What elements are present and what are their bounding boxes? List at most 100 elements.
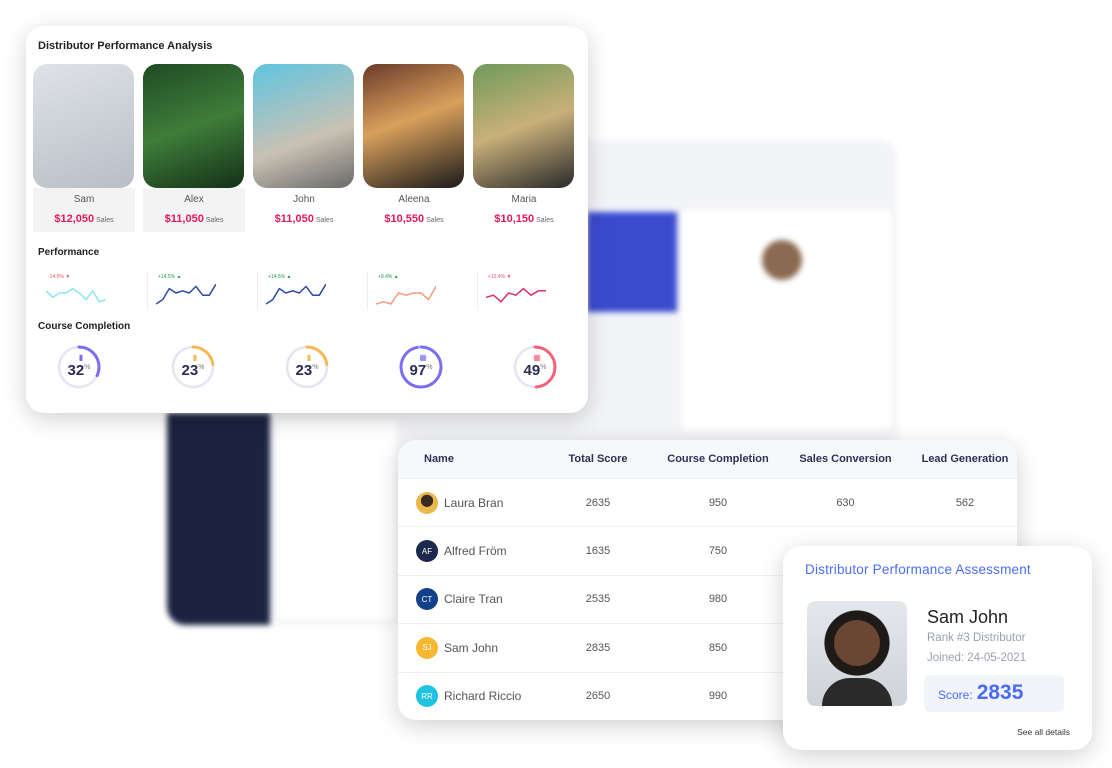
header-total-score[interactable]: Total Score [538,453,658,465]
sparkline-chart [376,286,436,305]
distributor-info: Sam $12,050 Sales [33,188,135,232]
sales-unit: Sales [315,217,334,224]
course-completion: 990 [708,690,728,703]
completion-value: 23% [295,362,319,379]
row-name: Claire Tran [444,592,503,607]
performance-sparklines: -14.5% ▼ +14.5% ▲ +14.5% ▲ +9.4% ▲ +12.4… [38,272,588,310]
header-lead-generation[interactable]: Lead Generation [913,453,1017,465]
trend-label: +12.4% ▼ [488,274,512,280]
completion-value: 32% [67,362,91,379]
sales-unit: Sales [536,217,554,224]
avatar: AF [416,540,438,563]
sales-value: $10,150 [494,213,535,225]
sales-value: $10,550 [384,213,425,225]
table-row[interactable]: Laura Bran 2635 950 630 562 [398,478,1017,526]
completion-value: 23% [181,362,205,379]
sparkline-chart [266,283,326,305]
distributor-card[interactable]: Maria $10,150 Sales [473,64,575,232]
sparkline-line [156,283,216,305]
distributor-name: John [293,194,315,205]
bar-chart-icon: ▮ [78,353,84,362]
completion-ring: ▦ 97% [388,344,502,394]
calendar-icon: ▦ [533,353,541,362]
row-name: Richard Riccio [444,689,522,704]
completion-value: 49% [523,362,547,379]
sales-amount: $12,050 Sales [33,213,135,225]
header-sales-conversion[interactable]: Sales Conversion [778,453,913,465]
distributor-name: Maria [511,194,537,205]
distributor-info: Maria $10,150 Sales [473,188,575,232]
lead-generation: 562 [955,496,975,509]
sidebar [167,413,270,625]
sparkline-line [486,287,546,303]
sparkline-chart [46,287,106,303]
sales-value: $12,050 [54,213,95,225]
trend-label: +14.5% ▲ [268,274,292,280]
course-completion: 980 [708,593,728,606]
sparkline: +14.5% ▲ [258,272,368,310]
distributor-rank: Rank #3 Distributor [927,632,1026,644]
banner [587,212,677,312]
completion-ring: ▮ 23% [160,344,274,394]
sparkline: +12.4% ▼ [478,272,588,310]
assessment-card: Distributor Performance Assessment Sam J… [783,546,1092,750]
distributor-analysis-card: Distributor Performance Analysis Sam $12… [26,26,588,413]
distributor-name: Alex [184,194,204,205]
row-name: Sam John [444,640,499,655]
performance-heading: Performance [38,247,100,258]
table-header: Name Total Score Course Completion Sales… [398,440,1017,478]
avatar [762,240,802,280]
distributor-card[interactable]: Sam $12,050 Sales [33,64,135,232]
joined-date: Joined: 24-05-2021 [927,652,1027,664]
sales-conversion: 630 [836,496,855,509]
course-completion: 850 [708,641,728,654]
main-panel [277,420,397,620]
calendar-icon: ▦ [419,353,427,362]
distributor-photo [143,64,244,188]
distributor-photo [253,64,354,188]
sparkline-chart [156,283,216,305]
sales-unit: Sales [426,217,444,224]
see-all-details-link[interactable]: See all details [1017,727,1070,737]
bar-chart-icon: ▮ [306,353,312,362]
total-score: 2635 [585,496,611,509]
sparkline: +14.5% ▲ [148,272,258,310]
distributor-photo [33,64,134,188]
distributor-card[interactable]: Aleena $10,550 Sales [363,64,465,232]
header-course-completion[interactable]: Course Completion [658,453,778,465]
distributor-info: John $11,050 Sales [253,188,355,232]
assessment-title: Distributor Performance Assessment [805,562,1031,577]
row-name: Laura Bran [444,495,504,510]
course-completion-rings: ▮ 32% ▮ 23% ▮ 23% ▦ 97% ▦ 49% [46,344,616,394]
sales-value: $11,050 [274,213,314,225]
distributor-info: Aleena $10,550 Sales [363,188,465,232]
distributor-name: Aleena [398,194,430,205]
distributor-photo [363,64,464,188]
card-title: Distributor Performance Analysis [38,40,213,52]
score-box: Score: 2835 [924,675,1064,712]
score-value: 2835 [976,681,1024,704]
bar-chart-icon: ▮ [192,353,198,362]
row-name: Alfred Fröm [444,544,507,559]
sparkline-chart [486,287,546,303]
course-completion: 950 [708,496,728,509]
total-score: 2835 [585,641,611,654]
distributor-card[interactable]: Alex $11,050 Sales [143,64,245,232]
distributor-name: Sam [73,194,95,205]
sales-amount: $10,550 Sales [363,213,465,225]
trend-label: +9.4% ▲ [378,274,399,280]
header-name[interactable]: Name [398,453,538,465]
sales-unit: Sales [205,217,224,224]
total-score: 2650 [585,690,611,703]
sparkline: -14.5% ▼ [38,272,148,310]
completion-value: 97% [409,362,433,379]
total-score: 1635 [585,545,611,558]
avatar [416,491,438,514]
total-score: 2535 [585,593,611,606]
distributor-card[interactable]: John $11,050 Sales [253,64,355,232]
avatar: RR [416,685,438,708]
course-completion-heading: Course Completion [38,321,131,332]
distributor-list: Sam $12,050 Sales Alex $11,050 Sales John … [33,64,575,232]
distributor-photo [473,64,574,188]
distributor-photo [807,601,907,706]
